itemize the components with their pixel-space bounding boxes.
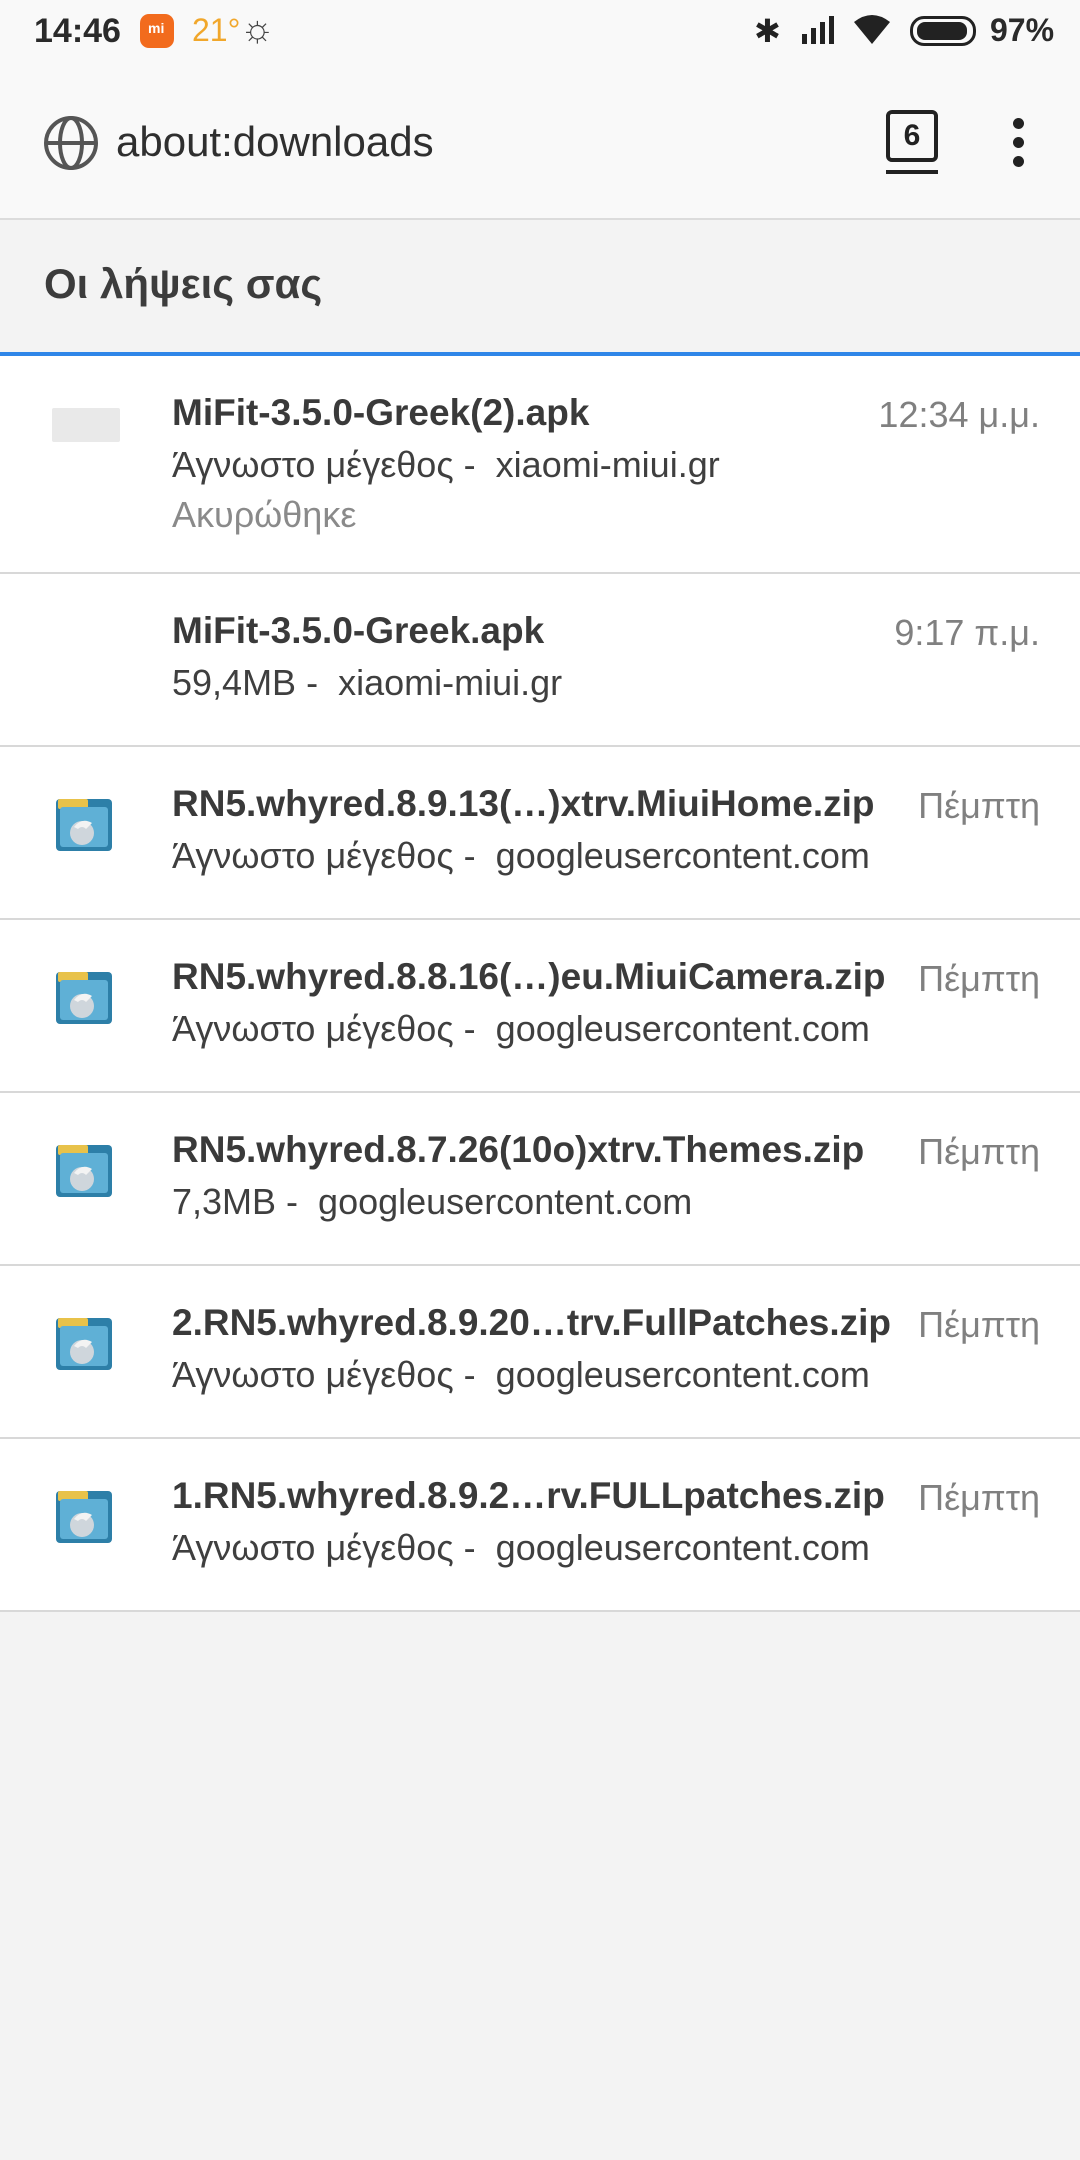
download-item[interactable]: MiFit-3.5.0-Greek.apk 59,4MB - xiaomi-miu…	[0, 574, 1080, 747]
download-size: Άγνωστο μέγεθος	[172, 1008, 454, 1049]
download-separator: -	[453, 444, 496, 485]
download-size: Άγνωστο μέγεθος	[172, 1527, 454, 1568]
download-details: 59,4MB - xiaomi-miui.gr	[172, 662, 562, 704]
wifi-icon	[854, 15, 890, 44]
download-separator: -	[276, 1181, 319, 1222]
archive-file-icon	[52, 1485, 116, 1549]
archive-file-icon	[52, 966, 116, 1030]
download-date: Πέμπτη	[918, 1304, 1040, 1345]
menu-dot-icon	[1012, 137, 1024, 148]
download-details: Άγνωστο μέγεθος - googleusercontent.com	[172, 1008, 870, 1050]
download-size: Άγνωστο μέγεθος	[172, 835, 454, 876]
download-item[interactable]: 2.RN5.whyred.8.9.20…trv.FullPatches.zip Ά…	[0, 1266, 1080, 1439]
download-date: 12:34 μ.μ.	[878, 394, 1040, 435]
menu-dot-icon	[1012, 118, 1024, 129]
downloads-list: MiFit-3.5.0-Greek(2).apk Άγνωστο μέγεθος …	[0, 356, 1080, 1612]
download-status: Ακυρώθηκε	[172, 494, 357, 535]
download-source: xiaomi-miui.gr	[495, 444, 720, 485]
download-source: googleusercontent.com	[495, 835, 870, 876]
archive-file-icon	[52, 1139, 116, 1203]
bluetooth-icon: ✱	[754, 13, 781, 49]
archive-file-icon	[52, 1312, 116, 1376]
download-separator: -	[453, 1527, 496, 1568]
download-filename: MiFit-3.5.0-Greek.apk	[172, 610, 545, 651]
overflow-menu-button[interactable]	[1010, 118, 1026, 174]
sun-icon: ☼	[240, 8, 275, 50]
battery-icon	[910, 16, 976, 46]
download-item[interactable]: MiFit-3.5.0-Greek(2).apk Άγνωστο μέγεθος …	[0, 356, 1080, 574]
download-details: 7,3MB - googleusercontent.com	[172, 1181, 692, 1223]
download-item[interactable]: RN5.whyred.8.9.13(…)xtrv.MiuiHome.zip Άγν…	[0, 747, 1080, 920]
battery-percentage: 97%	[990, 12, 1055, 48]
globe-icon	[44, 116, 98, 170]
download-source: googleusercontent.com	[495, 1008, 870, 1049]
download-filename: 2.RN5.whyred.8.9.20…trv.FullPatches.zip	[172, 1302, 892, 1343]
browser-toolbar: about:downloads 6	[0, 66, 1080, 220]
download-separator: -	[296, 662, 339, 703]
download-source: googleusercontent.com	[318, 1181, 693, 1222]
download-size: 7,3MB	[172, 1181, 277, 1222]
download-date: Πέμπτη	[918, 785, 1040, 826]
blank-file-icon	[52, 408, 120, 442]
download-filename: RN5.whyred.8.7.26(10o)xtrv.Themes.zip	[172, 1129, 865, 1170]
download-details: Άγνωστο μέγεθος - googleusercontent.com	[172, 835, 870, 877]
download-size: Άγνωστο μέγεθος	[172, 1354, 454, 1395]
downloads-header: Οι λήψεις σας	[0, 220, 1080, 356]
archive-file-icon	[52, 793, 116, 857]
download-size: Άγνωστο μέγεθος	[172, 444, 454, 485]
download-filename: MiFit-3.5.0-Greek(2).apk	[172, 392, 590, 433]
status-bar: 14:46 21° ☼ ✱ 97%	[0, 0, 1080, 66]
menu-dot-icon	[1012, 156, 1024, 167]
status-time: 14:46	[34, 12, 121, 50]
signal-icon	[802, 16, 834, 44]
download-filename: RN5.whyred.8.9.13(…)xtrv.MiuiHome.zip	[172, 783, 875, 824]
mi-app-icon	[140, 14, 174, 48]
download-separator: -	[453, 1008, 496, 1049]
download-details: Άγνωστο μέγεθος - googleusercontent.com	[172, 1527, 870, 1569]
tabs-counter-button[interactable]: 6	[886, 110, 938, 174]
download-filename: 1.RN5.whyred.8.9.2…rv.FULLpatches.zip	[172, 1475, 885, 1516]
download-separator: -	[453, 1354, 496, 1395]
download-item[interactable]: 1.RN5.whyred.8.9.2…rv.FULLpatches.zip Άγν…	[0, 1439, 1080, 1612]
download-date: Πέμπτη	[918, 1477, 1040, 1518]
download-filename: RN5.whyred.8.8.16(…)eu.MiuiCamera.zip	[172, 956, 886, 997]
download-details: Άγνωστο μέγεθος - googleusercontent.com	[172, 1354, 870, 1396]
download-date: 9:17 π.μ.	[894, 612, 1040, 653]
download-source: googleusercontent.com	[495, 1354, 870, 1395]
download-source: googleusercontent.com	[495, 1527, 870, 1568]
weather-temperature: 21°	[192, 12, 241, 48]
url-bar[interactable]: about:downloads	[116, 118, 434, 166]
download-item[interactable]: RN5.whyred.8.7.26(10o)xtrv.Themes.zip 7,3…	[0, 1093, 1080, 1266]
download-size: 59,4MB	[172, 662, 297, 703]
download-date: Πέμπτη	[918, 958, 1040, 999]
download-separator: -	[453, 835, 496, 876]
page-title: Οι λήψεις σας	[44, 260, 323, 307]
download-details: Άγνωστο μέγεθος - xiaomi-miui.gr	[172, 444, 720, 486]
download-item[interactable]: RN5.whyred.8.8.16(…)eu.MiuiCamera.zip Άγν…	[0, 920, 1080, 1093]
download-source: xiaomi-miui.gr	[338, 662, 563, 703]
download-date: Πέμπτη	[918, 1131, 1040, 1172]
